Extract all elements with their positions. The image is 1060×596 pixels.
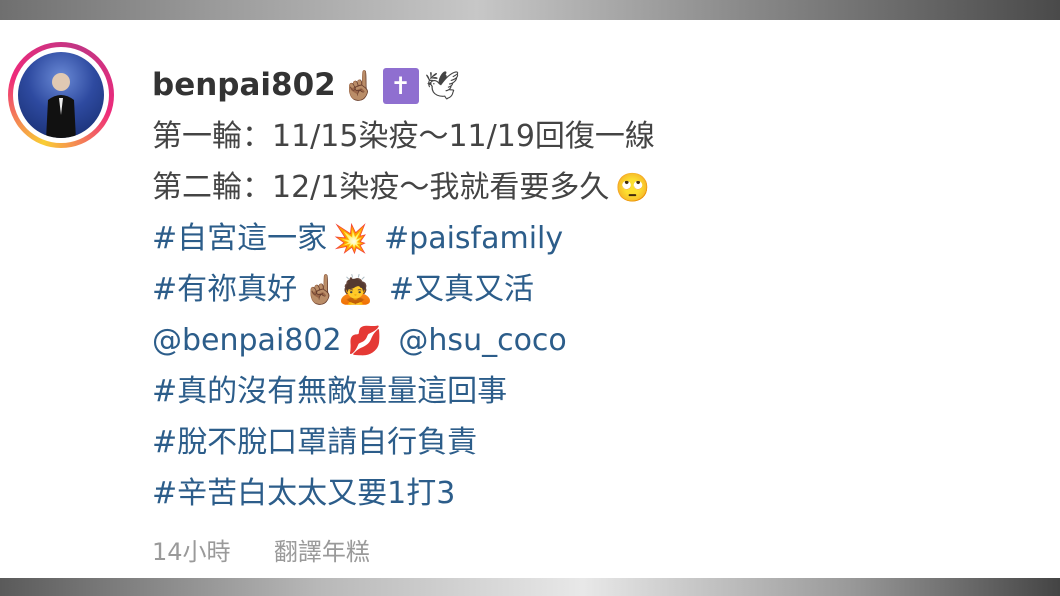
video-bottom-strip (0, 578, 1060, 596)
kiss-mark-icon: 💋 (347, 324, 383, 357)
hashtag-link-1[interactable]: #自宮這一家 (152, 213, 327, 264)
caption-line-8: #辛苦白太太又要1打3 (152, 468, 655, 519)
caption-line-3: #自宮這一家 💥 #paisfamily (152, 213, 655, 264)
avatar-photo (18, 52, 104, 138)
hashtag-link-7[interactable]: #辛苦白太太又要1打3 (152, 468, 455, 519)
post-meta: 14小時 翻譯年糕 (152, 532, 370, 567)
eye-roll-face-icon: 🙄 (615, 171, 651, 204)
caption-header: benpai802 ☝🏽 ✝ 🕊 (152, 60, 655, 111)
mention-link-2[interactable]: @hsu_coco (398, 315, 566, 366)
timestamp: 14小時 (152, 538, 231, 566)
caption-line-4: #有祢真好 ☝🏽🙇 #又真又活 (152, 264, 655, 315)
hashtag-link-5[interactable]: #真的沒有無敵量量這回事 (152, 366, 507, 417)
caption-line-5: @benpai802 💋 @hsu_coco (152, 315, 655, 366)
pointing-bowing-icon: ☝🏽🙇 (303, 273, 373, 306)
hashtag-link-6[interactable]: #脫不脫口罩請自行負責 (152, 417, 477, 468)
caption-text-1: 第一輪：11/15染疫～11/19回復一線 (152, 119, 655, 154)
caption-line-2: 第二輪：12/1染疫～我就看要多久 🙄 (152, 162, 655, 213)
caption-text-2: 第二輪：12/1染疫～我就看要多久 (152, 170, 610, 205)
caption-line-7: #脫不脫口罩請自行負責 (152, 417, 655, 468)
pointing-up-icon: ☝🏽 (341, 69, 377, 102)
hashtag-link-4[interactable]: #又真又活 (389, 264, 534, 315)
caption-line-6: #真的沒有無敵量量這回事 (152, 366, 655, 417)
collision-icon: 💥 (333, 222, 369, 255)
caption-line-1: 第一輪：11/15染疫～11/19回復一線 (152, 111, 655, 162)
mention-link-1[interactable]: @benpai802 (152, 315, 342, 366)
dove-icon: 🕊 (424, 69, 461, 102)
person-silhouette-icon (46, 73, 76, 138)
translate-button[interactable]: 翻譯年糕 (274, 532, 370, 567)
avatar[interactable] (8, 42, 114, 148)
username-link[interactable]: benpai802 (152, 60, 336, 111)
latin-cross-icon: ✝ (382, 67, 419, 104)
hashtag-link-2[interactable]: #paisfamily (384, 213, 563, 264)
video-top-strip (0, 0, 1060, 20)
post-caption: benpai802 ☝🏽 ✝ 🕊 第一輪：11/15染疫～11/19回復一線 第… (152, 60, 655, 519)
hashtag-link-3[interactable]: #有祢真好 (152, 264, 297, 315)
